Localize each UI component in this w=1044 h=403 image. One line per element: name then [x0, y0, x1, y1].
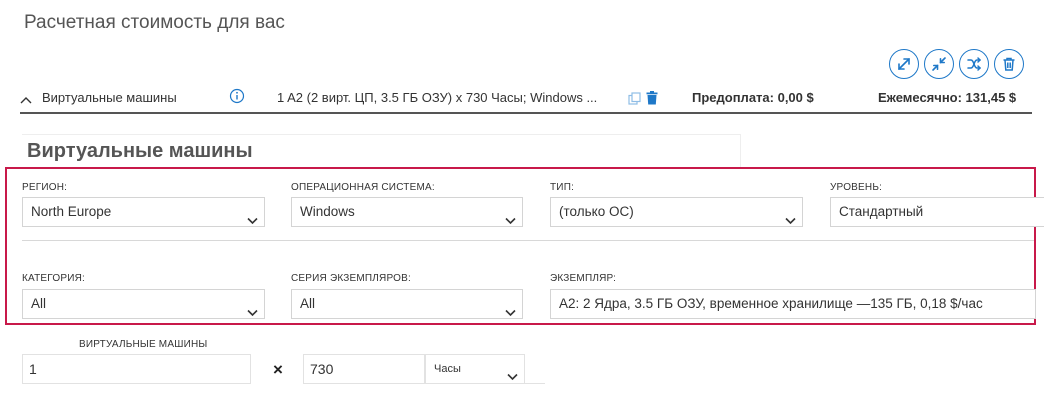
chevron-down-icon — [785, 207, 796, 226]
region-value: North Europe — [31, 204, 112, 219]
chevron-down-icon — [247, 299, 258, 318]
prepay-amount: Предоплата: 0,00 $ — [692, 90, 814, 105]
category-select[interactable]: All — [22, 289, 265, 319]
hours-unit-value: Часы — [434, 363, 461, 375]
type-select[interactable]: (только ОС) — [550, 197, 803, 227]
os-label: ОПЕРАЦИОННАЯ СИСТЕМА: — [291, 182, 435, 193]
input-underline — [525, 383, 545, 384]
vm-count-input[interactable]: 1 — [22, 354, 251, 384]
tier-label: УРОВЕНЬ: — [830, 182, 883, 193]
delete-icon[interactable] — [646, 91, 658, 108]
expand-icon[interactable] — [889, 49, 919, 79]
instance-select[interactable]: A2: 2 Ядра, 3.5 ГБ ОЗУ, временное хранил… — [550, 289, 1036, 319]
series-select[interactable]: All — [291, 289, 523, 319]
series-value: All — [300, 296, 316, 311]
instance-value: A2: 2 Ядра, 3.5 ГБ ОЗУ, временное хранил… — [559, 296, 983, 311]
summary-row[interactable]: Виртуальные машины 1 A2 (2 вирт. ЦП, 3.5… — [20, 80, 1032, 114]
monthly-amount: Ежемесячно: 131,45 $ — [878, 90, 1017, 105]
vm-count-label: ВИРТУАЛЬНЫЕ МАШИНЫ — [79, 339, 208, 350]
hours-input[interactable]: 730 — [303, 354, 425, 384]
tier-value: Стандартный — [839, 204, 924, 219]
summary-label: Виртуальные машины — [42, 90, 177, 105]
tier-select[interactable]: Стандартный — [830, 197, 1044, 227]
page-title: Расчетная стоимость для вас — [24, 12, 285, 33]
os-value: Windows — [300, 204, 355, 219]
type-label: ТИП: — [550, 182, 575, 193]
divider — [22, 240, 1034, 241]
chevron-down-icon — [505, 299, 516, 318]
chevron-down-icon — [507, 364, 518, 383]
multiply-sign: × — [273, 360, 283, 379]
chevron-up-icon[interactable] — [20, 92, 32, 107]
collapse-icon[interactable] — [924, 49, 954, 79]
summary-description: 1 A2 (2 вирт. ЦП, 3.5 ГБ ОЗУ) x 730 Часы… — [277, 90, 598, 105]
category-value: All — [31, 296, 47, 311]
info-icon[interactable] — [229, 88, 245, 107]
series-label: СЕРИЯ ЭКЗЕМПЛЯРОВ: — [291, 273, 411, 284]
chevron-down-icon — [247, 207, 258, 226]
category-label: КАТЕГОРИЯ: — [22, 273, 85, 284]
hours-unit-select[interactable]: Часы — [425, 354, 525, 384]
toolbar — [889, 49, 1024, 79]
section-title[interactable]: Виртуальные машины — [27, 140, 253, 163]
type-value: (только ОС) — [559, 204, 634, 219]
instance-label: ЭКЗЕМПЛЯР: — [550, 273, 617, 284]
chevron-down-icon — [505, 207, 516, 226]
copy-icon[interactable] — [628, 92, 641, 108]
trash-icon[interactable] — [994, 49, 1024, 79]
region-label: РЕГИОН: — [22, 182, 68, 193]
region-select[interactable]: North Europe — [22, 197, 265, 227]
os-select[interactable]: Windows — [291, 197, 523, 227]
shuffle-icon[interactable] — [959, 49, 989, 79]
